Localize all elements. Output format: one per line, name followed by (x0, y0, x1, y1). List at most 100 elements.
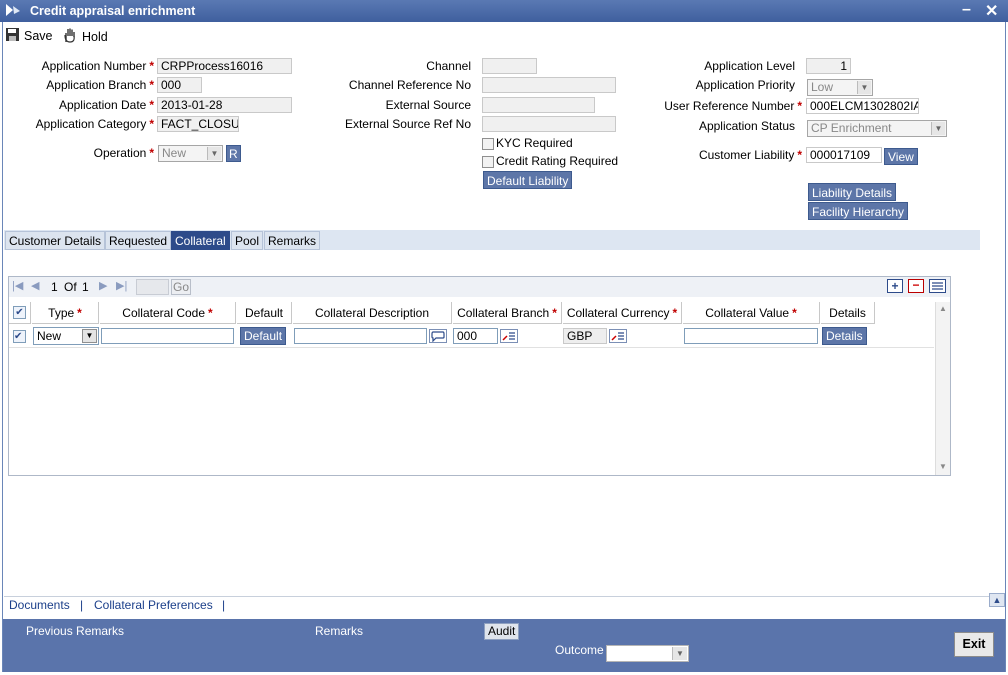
chevron-down-icon: ▼ (672, 647, 687, 660)
lov-currency-icon[interactable] (609, 329, 627, 343)
column-header-details: Details (821, 302, 875, 324)
user-reference-number-field[interactable]: 000ELCM1302802IA (806, 98, 919, 114)
application-priority-label: Application Priority (695, 78, 795, 92)
edit-description-icon[interactable] (429, 329, 447, 343)
application-status-value: CP Enrichment (811, 121, 892, 135)
pager-total-pages: 1 (82, 280, 89, 294)
application-category-field[interactable]: FACT_CLOSU (157, 116, 239, 132)
link-separator: | (222, 598, 226, 612)
external-source-field[interactable] (482, 97, 595, 113)
grid-pager: |◀ ◀ 1 Of 1 ▶ ▶| Go + − (9, 277, 950, 297)
application-date-field[interactable]: 2013-01-28 (157, 97, 292, 113)
application-branch-field[interactable]: 000 (157, 77, 202, 93)
save-label: Save (24, 29, 53, 43)
operation-label: Operation * (93, 146, 154, 160)
tab-collateral[interactable]: Collateral (171, 231, 230, 250)
scroll-down-icon[interactable]: ▼ (939, 462, 947, 471)
select-all-checkbox[interactable]: ✔ (13, 306, 26, 319)
collateral-value-input[interactable] (684, 328, 818, 344)
hold-label: Hold (82, 29, 108, 44)
previous-page-icon[interactable]: ◀ (31, 279, 39, 292)
type-value: New (37, 329, 62, 343)
tab-pool[interactable]: Pool (231, 231, 264, 250)
grid-scrollbar[interactable]: ▲ ▼ (935, 302, 950, 475)
default-liability-button[interactable]: Default Liability (483, 171, 573, 189)
scroll-up-icon[interactable]: ▲ (939, 304, 947, 313)
pager-current-page: 1 (51, 280, 58, 294)
customer-liability-field[interactable]: 000017109 (806, 147, 882, 163)
collateral-code-input[interactable] (101, 328, 234, 344)
close-button[interactable]: ✕ (985, 1, 998, 21)
collateral-branch-input[interactable]: 000 (453, 328, 498, 344)
kyc-required-label: KYC Required (496, 136, 573, 150)
next-page-icon[interactable]: ▶ (99, 279, 107, 292)
save-icon (5, 27, 20, 45)
pager-go-button[interactable]: Go (171, 279, 191, 295)
user-reference-number-label: User Reference Number * (664, 99, 802, 113)
column-header-collateral-code: Collateral Code * (100, 302, 236, 324)
toolbar: Save Hold (0, 24, 1008, 46)
type-select[interactable]: New ▼ (33, 327, 99, 345)
column-header-collateral-currency: Collateral Currency * (563, 302, 682, 324)
application-branch-label: Application Branch * (46, 78, 154, 92)
exit-button[interactable]: Exit (954, 632, 994, 657)
application-status-select[interactable]: CP Enrichment ▼ (807, 120, 947, 137)
outcome-label: Outcome (555, 643, 604, 657)
row-checkbox[interactable]: ✔ (13, 330, 26, 343)
external-source-label: External Source (385, 98, 471, 112)
last-page-icon[interactable]: ▶| (116, 279, 127, 292)
first-page-icon[interactable]: |◀ (12, 279, 23, 292)
channel-reference-no-field[interactable] (482, 77, 616, 93)
view-liability-button[interactable]: View (884, 148, 918, 165)
external-source-ref-no-field[interactable] (482, 116, 616, 132)
application-number-label: Application Number * (41, 59, 154, 73)
application-priority-value: Low (811, 80, 834, 94)
pager-page-input[interactable] (136, 279, 169, 295)
hold-button[interactable]: Hold (62, 27, 108, 46)
column-header-collateral-branch: Collateral Branch * (453, 302, 562, 324)
lov-branch-icon[interactable] (500, 329, 518, 343)
application-level-field[interactable]: 1 (806, 58, 851, 74)
application-level-label: Application Level (704, 59, 795, 73)
window-title: Credit appraisal enrichment (30, 4, 196, 18)
add-row-icon[interactable]: + (887, 279, 903, 293)
operation-select[interactable]: New ▼ (158, 145, 223, 162)
previous-remarks-label: Previous Remarks (26, 624, 125, 638)
view-rows-icon[interactable] (929, 279, 946, 293)
outcome-select[interactable]: ▼ (606, 645, 689, 662)
minimize-button[interactable]: – (962, 1, 971, 19)
collapse-up-icon[interactable]: ▲ (989, 593, 1005, 607)
application-priority-select[interactable]: Low ▼ (807, 79, 873, 96)
collateral-currency-field[interactable]: GBP (563, 328, 607, 344)
tab-remarks[interactable]: Remarks (264, 231, 321, 250)
application-number-field[interactable]: CRPProcess16016 (157, 58, 292, 74)
tab-customer-details[interactable]: Customer Details (5, 231, 106, 250)
default-button[interactable]: Default (240, 327, 287, 345)
collateral-description-input[interactable] (294, 328, 427, 344)
application-status-label: Application Status (698, 119, 795, 133)
documents-link[interactable]: Documents (9, 598, 70, 612)
chevron-down-icon: ▼ (857, 81, 871, 94)
facility-hierarchy-button[interactable]: Facility Hierarchy (808, 202, 909, 220)
remarks-label: Remarks (315, 624, 364, 638)
operation-value: New (162, 146, 187, 160)
tab-requested[interactable]: Requested (105, 231, 172, 250)
window-title-bar: Credit appraisal enrichment – ✕ (0, 0, 1008, 22)
column-header-default: Default (237, 302, 292, 324)
frame-border-left (2, 22, 3, 672)
details-button[interactable]: Details (822, 327, 867, 345)
select-all-header: ✔ (9, 302, 31, 324)
frame-border-right (1005, 22, 1006, 672)
chevron-down-icon: ▼ (931, 122, 945, 135)
liability-details-button[interactable]: Liability Details (808, 183, 897, 201)
save-button[interactable]: Save (5, 27, 53, 45)
operation-r-button[interactable]: R (226, 145, 241, 162)
credit-rating-required-checkbox[interactable] (482, 156, 494, 168)
audit-button[interactable]: Audit (484, 623, 520, 640)
column-header-collateral-description: Collateral Description (293, 302, 452, 324)
table-row: ✔ New ▼ Default 000 GBP Details (9, 325, 934, 348)
kyc-required-checkbox[interactable] (482, 138, 494, 150)
delete-row-icon[interactable]: − (908, 279, 924, 293)
channel-field[interactable] (482, 58, 537, 74)
collateral-preferences-link[interactable]: Collateral Preferences (94, 598, 213, 612)
